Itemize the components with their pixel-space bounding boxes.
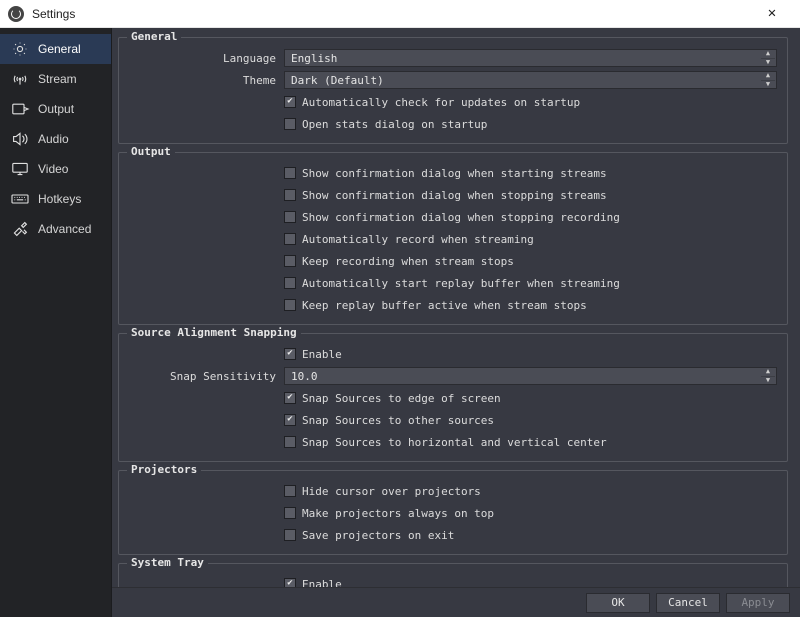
checkbox-label: Show confirmation dialog when stopping r… (302, 211, 620, 224)
apply-button[interactable]: Apply (726, 593, 790, 613)
confirm-stop-stream-checkbox[interactable] (284, 189, 296, 201)
sidebar-item-video[interactable]: Video (0, 154, 111, 184)
checkbox-label: Show confirmation dialog when starting s… (302, 167, 607, 180)
auto-replay-buffer-checkbox[interactable] (284, 277, 296, 289)
snap-enable-checkbox[interactable] (284, 348, 296, 360)
checkbox-label: Save projectors on exit (302, 529, 454, 542)
sidebar-item-advanced[interactable]: Advanced (0, 214, 111, 244)
keyboard-icon (10, 191, 30, 207)
group-title: General (127, 30, 181, 43)
snap-center-checkbox[interactable] (284, 436, 296, 448)
group-title: System Tray (127, 556, 208, 569)
checkbox-label: Make projectors always on top (302, 507, 494, 520)
stepper-icon[interactable]: ▲▼ (761, 368, 775, 384)
confirm-start-stream-checkbox[interactable] (284, 167, 296, 179)
language-label: Language (129, 52, 284, 65)
group-title: Projectors (127, 463, 201, 476)
settings-scroll[interactable]: General Language English ▲▼ Theme Dark (D… (112, 28, 800, 587)
save-projectors-checkbox[interactable] (284, 529, 296, 541)
checkbox-label: Enable (302, 348, 342, 361)
checkbox-label: Automatically start replay buffer when s… (302, 277, 620, 290)
settings-sidebar: General Stream Output Audio Video Hotkey… (0, 28, 112, 617)
open-stats-label: Open stats dialog on startup (302, 118, 487, 131)
group-system-tray: System Tray Enable Minimize to system tr… (118, 563, 788, 587)
sidebar-item-label: Stream (38, 72, 77, 86)
sidebar-item-general[interactable]: General (0, 34, 111, 64)
theme-label: Theme (129, 74, 284, 87)
window-title: Settings (32, 7, 75, 21)
cancel-button[interactable]: Cancel (656, 593, 720, 613)
sidebar-item-label: Video (38, 162, 68, 176)
checkbox-label: Hide cursor over projectors (302, 485, 481, 498)
group-general: General Language English▲▼ Theme Dark (D… (118, 37, 788, 144)
keep-recording-checkbox[interactable] (284, 255, 296, 267)
checkbox-label: Snap Sources to edge of screen (302, 392, 501, 405)
group-output: Output Show confirmation dialog when sta… (118, 152, 788, 325)
stepper-icon[interactable]: ▲▼ (761, 72, 775, 88)
checkbox-label: Show confirmation dialog when stopping s… (302, 189, 607, 202)
sidebar-item-label: Audio (38, 132, 69, 146)
language-combo[interactable]: English ▲▼ (284, 49, 777, 67)
group-title: Output (127, 145, 175, 158)
sidebar-item-label: Advanced (38, 222, 91, 236)
confirm-stop-recording-checkbox[interactable] (284, 211, 296, 223)
dialog-button-bar: OK Cancel Apply (112, 587, 800, 617)
titlebar: Settings ✕ (0, 0, 800, 28)
sidebar-item-hotkeys[interactable]: Hotkeys (0, 184, 111, 214)
antenna-icon (10, 71, 30, 87)
projectors-on-top-checkbox[interactable] (284, 507, 296, 519)
close-button[interactable]: ✕ (752, 0, 792, 28)
gear-icon (10, 41, 30, 57)
group-snapping: Source Alignment Snapping Enable Snap Se… (118, 333, 788, 462)
speaker-icon (10, 131, 30, 147)
checkbox-label: Automatically record when streaming (302, 233, 534, 246)
sidebar-item-label: Hotkeys (38, 192, 81, 206)
open-stats-checkbox[interactable] (284, 118, 296, 130)
group-title: Source Alignment Snapping (127, 326, 301, 339)
stepper-icon[interactable]: ▲▼ (761, 50, 775, 66)
auto-record-checkbox[interactable] (284, 233, 296, 245)
hide-cursor-checkbox[interactable] (284, 485, 296, 497)
group-projectors: Projectors Hide cursor over projectors M… (118, 470, 788, 555)
tray-enable-checkbox[interactable] (284, 578, 296, 587)
snap-sensitivity-label: Snap Sensitivity (129, 370, 284, 383)
snap-other-checkbox[interactable] (284, 414, 296, 426)
checkbox-label: Snap Sources to horizontal and vertical … (302, 436, 607, 449)
tools-icon (10, 221, 30, 237)
snap-edge-checkbox[interactable] (284, 392, 296, 404)
app-icon (8, 6, 24, 22)
snap-sensitivity-value: 10.0 (291, 370, 318, 383)
checkbox-label: Enable (302, 578, 342, 588)
monitor-icon (10, 161, 30, 177)
auto-update-label: Automatically check for updates on start… (302, 96, 580, 109)
sidebar-item-stream[interactable]: Stream (0, 64, 111, 94)
theme-value: Dark (Default) (291, 74, 384, 87)
snap-sensitivity-spin[interactable]: 10.0 ▲▼ (284, 367, 777, 385)
sidebar-item-label: Output (38, 102, 74, 116)
checkbox-label: Keep recording when stream stops (302, 255, 514, 268)
sidebar-item-output[interactable]: Output (0, 94, 111, 124)
checkbox-label: Keep replay buffer active when stream st… (302, 299, 587, 312)
output-icon (10, 101, 30, 117)
keep-replay-buffer-checkbox[interactable] (284, 299, 296, 311)
language-value: English (291, 52, 337, 65)
auto-update-checkbox[interactable] (284, 96, 296, 108)
checkbox-label: Snap Sources to other sources (302, 414, 494, 427)
ok-button[interactable]: OK (586, 593, 650, 613)
sidebar-item-label: General (38, 42, 81, 56)
theme-combo[interactable]: Dark (Default) ▲▼ (284, 71, 777, 89)
sidebar-item-audio[interactable]: Audio (0, 124, 111, 154)
